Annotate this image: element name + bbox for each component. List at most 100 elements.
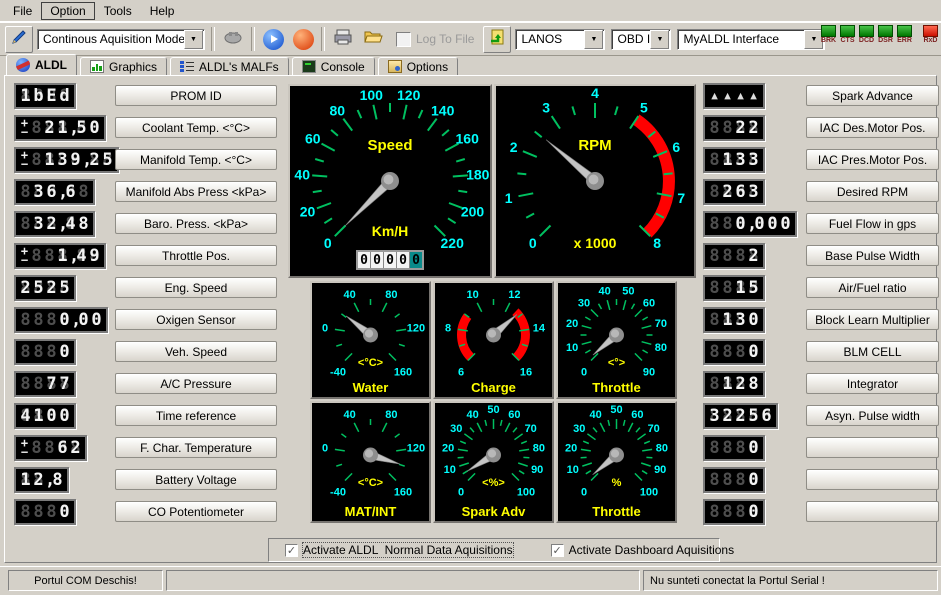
parameter-label-button[interactable]: Oxigen Sensor: [115, 309, 277, 330]
parameter-label-button[interactable]: Base Pulse Width: [806, 245, 939, 266]
menu-file[interactable]: File: [4, 2, 41, 20]
menu-option[interactable]: Option: [41, 2, 94, 20]
led-display: 88880: [703, 499, 765, 525]
svg-text:70: 70: [648, 423, 660, 435]
parameter-label-button[interactable]: [806, 469, 939, 490]
svg-text:40: 40: [343, 409, 355, 421]
throttle-pct-gauge: 0102030405060708090100%Throttle: [556, 401, 677, 523]
parameter-label-button[interactable]: Spark Advance: [806, 85, 939, 106]
parameter-label-button[interactable]: Block Learn Multiplier: [806, 309, 939, 330]
dashboard-acquisition-checkbox[interactable]: ✓ Activate Dashboard Aquisitions: [551, 543, 734, 557]
aldl-acquisition-checkbox[interactable]: ✓ Activate ALDL Normal Data Aquisitions: [285, 543, 513, 557]
vehicle-select[interactable]: LANOS ▼: [515, 29, 605, 50]
menu-help[interactable]: Help: [141, 2, 184, 20]
svg-text:160: 160: [394, 486, 412, 498]
interface-select[interactable]: MyALDL Interface ▼: [677, 29, 825, 50]
parameter-label-button[interactable]: IAC Pres.Motor Pos.: [806, 149, 939, 170]
svg-text:RPM: RPM: [578, 137, 611, 154]
tab-console[interactable]: Console: [292, 57, 375, 76]
svg-text:0: 0: [581, 366, 587, 378]
chevron-down-icon[interactable]: ▼: [584, 30, 603, 49]
svg-text:200: 200: [461, 204, 485, 220]
tab-aldl[interactable]: ALDL: [6, 54, 77, 76]
open-log-button[interactable]: [359, 26, 387, 53]
parameter-label-button[interactable]: Throttle Pos.: [115, 245, 277, 266]
svg-text:160: 160: [394, 366, 412, 378]
mat-int-gauge: -4004080120160<°C>MAT/INT: [310, 401, 431, 523]
svg-text:60: 60: [305, 131, 321, 147]
parameter-label-button[interactable]: Time reference: [115, 405, 277, 426]
parameter-label-button[interactable]: [806, 437, 939, 458]
export-icon: [488, 28, 506, 51]
parameter-label-button[interactable]: Integrator: [806, 373, 939, 394]
svg-text:14: 14: [533, 323, 546, 335]
port-indicator-rxd: RxD: [921, 25, 940, 45]
parameter-label-button[interactable]: Manifold Abs Press <kPa>: [115, 181, 277, 202]
edit-button[interactable]: [5, 26, 33, 53]
parameter-label-button[interactable]: Air/Fuel ratio: [806, 277, 939, 298]
svg-text:40: 40: [466, 409, 478, 421]
parameter-label-button[interactable]: Veh. Speed: [115, 341, 277, 362]
log-to-file-label: Log To File: [416, 32, 474, 46]
svg-text:20: 20: [442, 443, 454, 455]
parameter-label-button[interactable]: Desired RPM: [806, 181, 939, 202]
parameter-label-button[interactable]: IAC Des.Motor Pos.: [806, 117, 939, 138]
led-display: 888282: [703, 115, 765, 141]
led-display: 88880: [703, 435, 765, 461]
parameter-label-button[interactable]: Battery Voltage: [115, 469, 277, 490]
sign-indicator: +−: [19, 118, 30, 138]
parameter-label-button[interactable]: Manifold Temp. <°C>: [115, 149, 277, 170]
tab-options[interactable]: Options: [378, 57, 458, 76]
obd-select[interactable]: OBD I ▼: [611, 29, 671, 50]
connect-button[interactable]: [219, 26, 247, 53]
parameter-label-button[interactable]: A/C Pressure: [115, 373, 277, 394]
led-label: BRK: [819, 37, 838, 45]
svg-text:Throttle: Throttle: [592, 504, 640, 519]
menu-tools[interactable]: Tools: [95, 2, 141, 20]
print-button[interactable]: [329, 26, 357, 53]
port-indicator-dcd: DCD: [857, 25, 876, 45]
parameter-label-button[interactable]: F. Char. Temperature: [115, 437, 277, 458]
parameter-label-button[interactable]: Coolant Temp. <°C>: [115, 117, 277, 138]
tab-graphics[interactable]: Graphics: [80, 57, 167, 76]
app-window: { "menu": { "items": ["File", "Option", …: [0, 0, 941, 594]
led-display: 8818380: [703, 307, 765, 333]
tab-aldl-malfs[interactable]: ALDL's MALFs: [170, 57, 289, 76]
svg-text:50: 50: [487, 404, 499, 416]
export-button[interactable]: [483, 26, 511, 53]
parameter-label-button[interactable]: Fuel Flow in gps: [806, 213, 939, 234]
svg-text:220: 220: [441, 235, 465, 251]
svg-text:70: 70: [525, 423, 537, 435]
svg-text:40: 40: [294, 167, 310, 183]
svg-text:80: 80: [533, 443, 545, 455]
dashboard-acquisition-label: Activate Dashboard Aquisitions: [569, 543, 734, 557]
start-button[interactable]: [259, 26, 287, 53]
chevron-down-icon[interactable]: ▼: [184, 30, 203, 49]
svg-text:120: 120: [397, 87, 421, 103]
parameter-label-button[interactable]: CO Potentiometer: [115, 501, 277, 522]
svg-text:0: 0: [324, 235, 332, 251]
status-serial: Nu sunteti conectat la Portul Serial !: [643, 570, 938, 591]
led-display: 88880: [14, 499, 76, 525]
parameter-label-button[interactable]: [806, 501, 939, 522]
svg-text:Throttle: Throttle: [592, 380, 640, 395]
port-indicator-cts: CTS: [838, 25, 857, 45]
chevron-down-icon[interactable]: ▼: [650, 30, 669, 49]
led-display: 88882: [703, 243, 765, 269]
parameter-label-button[interactable]: Asyn. Pulse width: [806, 405, 939, 426]
log-to-file-checkbox[interactable]: Log To File: [396, 32, 474, 47]
parameter-label-button[interactable]: BLM CELL: [806, 341, 939, 362]
svg-text:Water: Water: [353, 380, 389, 395]
port-indicator-err: ERR: [895, 25, 914, 45]
menu-bar: File Option Tools Help: [0, 0, 941, 22]
led-display: 818b8E8d: [14, 83, 76, 109]
parameter-label-button[interactable]: Baro. Press. <kPa>: [115, 213, 277, 234]
led-label: DSR: [876, 37, 895, 45]
parameter-label-button[interactable]: Eng. Speed: [115, 277, 277, 298]
parameter-label-button[interactable]: PROM ID: [115, 85, 277, 106]
aldl-icon: [16, 58, 30, 72]
port-indicators: BRKCTSDCDDSRERR RxD: [819, 25, 940, 45]
acquisition-mode-select[interactable]: Continous Aquisition Mode ▼: [37, 29, 205, 50]
toolbar: Continous Aquisition Mode ▼ Log To File: [0, 22, 941, 56]
stop-button[interactable]: [289, 26, 317, 53]
